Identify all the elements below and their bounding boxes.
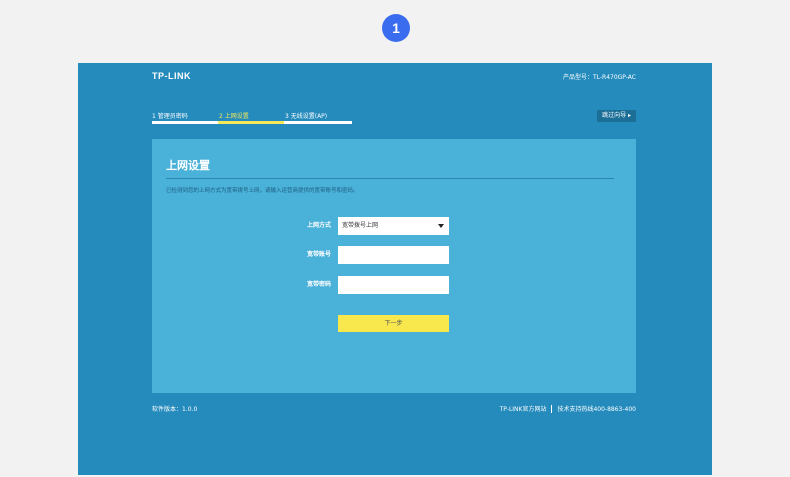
- step-label: 1 管理员密码: [152, 113, 188, 120]
- support-hotline: 技术支持热线400-8863-400: [557, 406, 636, 413]
- panel-title: 上网设置: [166, 159, 210, 172]
- connection-mode-select[interactable]: 宽带拨号上网: [338, 217, 449, 235]
- connection-mode-value: 宽带拨号上网: [342, 222, 379, 229]
- account-label: 宽带账号: [306, 251, 331, 258]
- caret-down-icon: [438, 224, 444, 228]
- step-progress-bar: [218, 121, 284, 124]
- step-label: 3 无线设置(AP): [285, 113, 328, 120]
- password-label: 宽带密码: [306, 281, 331, 288]
- skip-wizard-button[interactable]: 跳过向导 ▸: [597, 110, 636, 122]
- password-input[interactable]: [338, 276, 449, 294]
- step-admin-password: 1 管理员密码: [152, 111, 218, 127]
- password-row: 宽带密码: [152, 276, 636, 294]
- step-internet-settings: 2 上网设置: [218, 111, 284, 127]
- footer-divider: [551, 404, 553, 413]
- footer-links: TP-LINK官方网站 技术支持热线400-8863-400: [500, 404, 636, 413]
- step-progress-bar: [284, 121, 352, 124]
- account-row: 宽带账号: [152, 246, 636, 264]
- product-model: 产品型号：TL-R470GP-AC: [562, 74, 636, 81]
- step-progress-bar: [152, 121, 218, 124]
- tp-link-logo: TP-LINK: [152, 71, 191, 81]
- step-label: 2 上网设置: [219, 113, 249, 120]
- next-step-button[interactable]: 下一步: [338, 315, 449, 332]
- router-setup-frame: TP-LINK 产品型号：TL-R470GP-AC 1 管理员密码 2 上网设置…: [78, 63, 712, 475]
- step-number-badge: 1: [382, 14, 410, 42]
- title-divider: [166, 178, 614, 179]
- connection-mode-label: 上网方式: [306, 222, 331, 229]
- account-input[interactable]: [338, 246, 449, 264]
- software-version: 软件版本：1.0.0: [152, 406, 198, 413]
- panel-description: 已检测到您的上网方式为宽带拨号上网，请输入运营商提供的宽带账号和密码。: [166, 188, 359, 194]
- step-wireless-settings: 3 无线设置(AP): [284, 111, 352, 127]
- wizard-steps: 1 管理员密码 2 上网设置 3 无线设置(AP): [152, 111, 352, 127]
- internet-settings-panel: 上网设置 已检测到您的上网方式为宽带拨号上网，请输入运营商提供的宽带账号和密码。…: [152, 139, 636, 393]
- connection-mode-row: 上网方式 宽带拨号上网: [152, 217, 636, 235]
- official-site-link[interactable]: TP-LINK官方网站: [500, 404, 547, 413]
